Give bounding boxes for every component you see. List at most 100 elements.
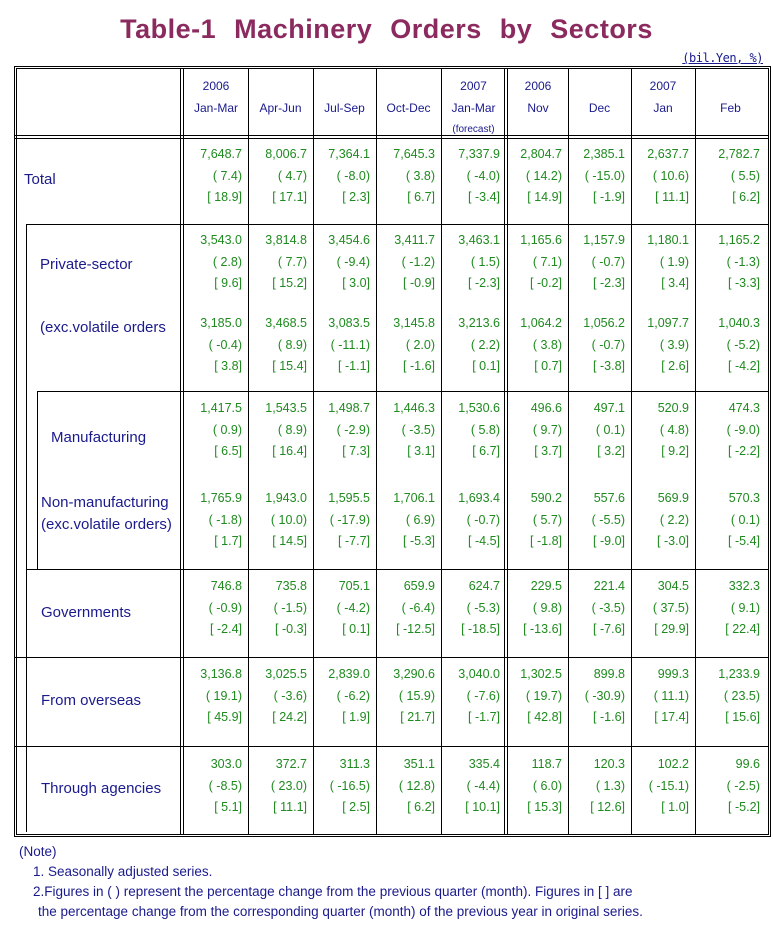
value: 3,468.5	[265, 316, 307, 330]
column-header-line1: 2007	[649, 79, 677, 93]
column-header-line2: Jan	[653, 101, 673, 115]
change-prev-year: [ -5.3]	[403, 534, 435, 548]
change-prev-period: ( 7.7)	[277, 254, 307, 269]
change-prev-year: [ 3.7]	[534, 444, 562, 458]
data-cell: 3,814.8 ( 7.7) [ 15.2]	[250, 230, 307, 295]
value: 1,530.6	[458, 401, 500, 415]
data-cell: 3,185.0 ( -0.4) [ 3.8]	[184, 313, 242, 378]
data-cell: 8,006.7 ( 4.7) [ 17.1]	[250, 144, 307, 209]
change-prev-year: [ -5.2]	[728, 800, 760, 814]
change-prev-period: ( 1.9)	[659, 254, 689, 269]
change-prev-period: ( -0.4)	[208, 337, 242, 352]
data-cell: 2,637.7 ( 10.6) [ 11.1]	[633, 144, 689, 209]
column-header-line2: Jul-Sep	[324, 101, 365, 115]
value: 590.2	[530, 491, 562, 505]
change-prev-year: [ -0.2]	[530, 276, 562, 290]
change-prev-year: [ 21.7]	[400, 710, 435, 724]
change-prev-period: ( 7.1)	[532, 254, 562, 269]
change-prev-period: ( 2.2)	[470, 337, 500, 352]
data-cell: 1,157.9 ( -0.7) [ -2.3]	[570, 230, 625, 295]
change-prev-year: [ 6.5]	[214, 444, 242, 458]
value: 474.3	[728, 401, 760, 415]
data-cell: 3,463.1 ( 1.5) [ -2.3]	[443, 230, 500, 295]
change-prev-period: ( -0.9)	[208, 600, 242, 615]
column-header-line2: Feb	[720, 101, 741, 115]
change-prev-period: ( 6.0)	[532, 778, 562, 793]
change-prev-year: [ 10.1]	[465, 800, 500, 814]
change-prev-year: [ 42.8]	[527, 710, 562, 724]
data-cell: 590.2 ( 5.7) [ -1.8]	[508, 488, 562, 553]
value: 3,814.8	[265, 233, 307, 247]
change-prev-period: ( 0.1)	[730, 512, 760, 527]
change-prev-period: ( 19.1)	[205, 688, 242, 703]
change-prev-year: [ -7.6]	[593, 622, 625, 636]
column-divider	[631, 69, 632, 834]
change-prev-year: [ -1.8]	[530, 534, 562, 548]
change-prev-period: ( 9.8)	[532, 600, 562, 615]
column-header: Feb	[696, 69, 765, 139]
change-prev-year: [ 15.4]	[272, 359, 307, 373]
change-prev-period: ( -5.5)	[591, 512, 625, 527]
group-border-private-rest	[26, 569, 27, 832]
value: 99.6	[735, 757, 760, 771]
data-cell: 999.3 ( 11.1) [ 17.4]	[633, 664, 689, 729]
data-cell: 1,530.6 ( 5.8) [ 6.7]	[443, 398, 500, 463]
change-prev-period: ( -4.0)	[466, 168, 500, 183]
change-prev-year: [ 14.5]	[272, 534, 307, 548]
data-cell: 1,056.2 ( -0.7) [ -3.8]	[570, 313, 625, 378]
change-prev-year: [ -4.2]	[728, 359, 760, 373]
change-prev-period: ( 2.0)	[405, 337, 435, 352]
value: 3,213.6	[458, 316, 500, 330]
value: 1,233.9	[718, 667, 760, 681]
data-cell: 1,943.0 ( 10.0) [ 14.5]	[250, 488, 307, 553]
value: 1,693.4	[458, 491, 500, 505]
data-cell: 7,648.7 ( 7.4) [ 18.9]	[184, 144, 242, 209]
change-prev-period: ( 10.6)	[652, 168, 689, 183]
group-border-private	[26, 224, 27, 569]
change-prev-period: ( 5.8)	[470, 422, 500, 437]
data-cell: 1,064.2 ( 3.8) [ 0.7]	[508, 313, 562, 378]
change-prev-year: [ 15.6]	[725, 710, 760, 724]
value: 1,595.5	[328, 491, 370, 505]
change-prev-year: [ 17.4]	[654, 710, 689, 724]
data-cell: 1,498.7 ( -2.9) [ 7.3]	[315, 398, 370, 463]
value: 1,180.1	[647, 233, 689, 247]
value: 3,454.6	[328, 233, 370, 247]
column-header: Jul-Sep	[314, 69, 375, 139]
change-prev-period: ( -9.0)	[726, 422, 760, 437]
change-prev-period: ( 9.7)	[532, 422, 562, 437]
value: 3,083.5	[328, 316, 370, 330]
data-cell: 1,417.5 ( 0.9) [ 6.5]	[184, 398, 242, 463]
change-prev-year: [ -0.9]	[403, 276, 435, 290]
change-prev-year: [ -18.5]	[461, 622, 500, 636]
data-cell: 7,337.9 ( -4.0) [ -3.4]	[443, 144, 500, 209]
data-cell: 304.5 ( 37.5) [ 29.9]	[633, 576, 689, 641]
data-cell: 735.8 ( -1.5) [ -0.3]	[250, 576, 307, 641]
value: 1,543.5	[265, 401, 307, 415]
notes-heading: (Note)	[19, 844, 57, 859]
value: 351.1	[403, 757, 435, 771]
change-prev-year: [ 24.2]	[272, 710, 307, 724]
change-prev-year: [ -4.5]	[468, 534, 500, 548]
change-prev-period: ( -2.5)	[726, 778, 760, 793]
change-prev-year: [ 5.1]	[214, 800, 242, 814]
column-divider	[441, 69, 442, 834]
change-prev-year: [ -5.4]	[728, 534, 760, 548]
change-prev-year: [ -1.7]	[468, 710, 500, 724]
data-cell: 351.1 ( 12.8) [ 6.2]	[378, 754, 435, 819]
change-prev-year: [ 9.6]	[214, 276, 242, 290]
change-prev-year: [ 9.2]	[661, 444, 689, 458]
value: 7,337.9	[458, 147, 500, 161]
value: 1,765.9	[200, 491, 242, 505]
column-header-line2: Oct-Dec	[386, 101, 431, 115]
change-prev-period: ( 10.0)	[270, 512, 307, 527]
change-prev-period: ( -4.2)	[336, 600, 370, 615]
change-prev-year: [ 12.6]	[590, 800, 625, 814]
change-prev-period: ( -8.5)	[208, 778, 242, 793]
data-cell: 474.3 ( -9.0) [ -2.2]	[697, 398, 760, 463]
column-header: Oct-Dec	[377, 69, 440, 139]
data-cell: 303.0 ( -8.5) [ 5.1]	[184, 754, 242, 819]
change-prev-period: ( 0.9)	[212, 422, 242, 437]
value: 1,706.1	[393, 491, 435, 505]
change-prev-period: ( 12.8)	[398, 778, 435, 793]
